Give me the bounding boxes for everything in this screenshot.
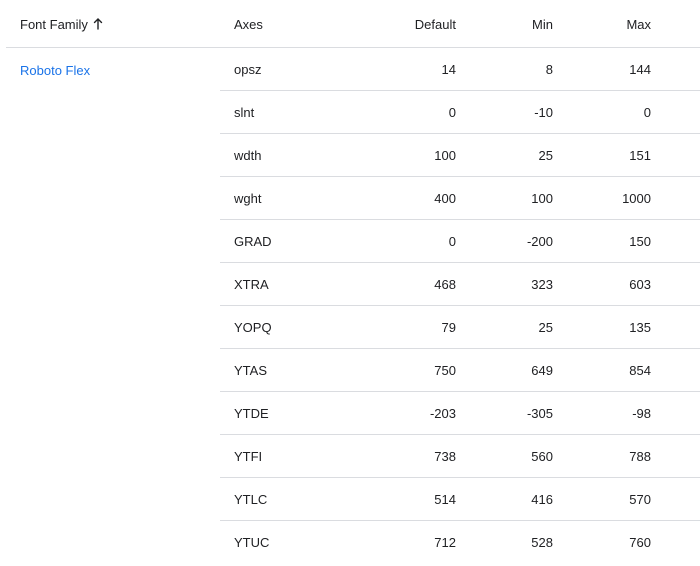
max-cell: 760 xyxy=(629,535,651,550)
default-cell: 14 xyxy=(441,62,456,77)
axis-cell: YTUC xyxy=(234,535,270,550)
table-row: YTLC 514 416 570 xyxy=(220,478,700,521)
font-family-column-header[interactable]: Font Family xyxy=(20,0,103,48)
max-column-header: Max xyxy=(626,17,651,32)
axis-cell: slnt xyxy=(234,105,255,120)
min-cell: -305 xyxy=(526,406,553,421)
min-cell: 25 xyxy=(538,148,553,163)
axis-cell: YTFI xyxy=(234,449,263,464)
default-cell: 468 xyxy=(434,277,456,292)
max-cell: 135 xyxy=(629,320,651,335)
min-cell: 8 xyxy=(545,62,553,77)
font-family-header-label: Font Family xyxy=(20,17,88,32)
default-cell: 738 xyxy=(434,449,456,464)
table-row: wght 400 100 1000 xyxy=(220,177,700,220)
axis-cell: YTLC xyxy=(234,492,268,507)
table-row: YTFI 738 560 788 xyxy=(220,435,700,478)
max-cell: 151 xyxy=(629,148,651,163)
axis-cell: opsz xyxy=(234,62,262,77)
default-column-header: Default xyxy=(414,17,456,32)
min-cell: 323 xyxy=(531,277,553,292)
max-cell: 788 xyxy=(629,449,651,464)
table-row: YOPQ 79 25 135 xyxy=(220,306,700,349)
default-cell: -203 xyxy=(429,406,456,421)
table-header: Font Family Axes Default Min Max xyxy=(6,0,700,48)
min-cell: 528 xyxy=(531,535,553,550)
max-cell: 603 xyxy=(629,277,651,292)
table-row: wdth 100 25 151 xyxy=(220,134,700,177)
axis-cell: YOPQ xyxy=(234,320,272,335)
axis-cell: wdth xyxy=(234,148,262,163)
max-cell: 1000 xyxy=(622,191,651,206)
max-cell: 570 xyxy=(629,492,651,507)
min-cell: 25 xyxy=(538,320,553,335)
default-cell: 0 xyxy=(448,234,456,249)
axes-rows: opsz 14 8 144 slnt 0 -10 0 wdth 100 25 151 wght 400 10… xyxy=(220,48,700,563)
min-column-header: Min xyxy=(532,17,553,32)
axis-cell: XTRA xyxy=(234,277,269,292)
min-cell: 649 xyxy=(531,363,553,378)
axis-cell: YTDE xyxy=(234,406,269,421)
table-row: YTDE -203 -305 -98 xyxy=(220,392,700,435)
table-row: XTRA 468 323 603 xyxy=(220,263,700,306)
default-cell: 400 xyxy=(434,191,456,206)
max-cell: 854 xyxy=(629,363,651,378)
default-cell: 514 xyxy=(434,492,456,507)
default-cell: 750 xyxy=(434,363,456,378)
min-cell: 100 xyxy=(531,191,553,206)
max-cell: 144 xyxy=(629,62,651,77)
table-row: slnt 0 -10 0 xyxy=(220,91,700,134)
font-axes-table: Font Family Axes Default Min Max Roboto … xyxy=(0,0,700,566)
table-row: YTAS 750 649 854 xyxy=(220,349,700,392)
table-row: YTUC 712 528 760 xyxy=(220,521,700,563)
min-cell: 560 xyxy=(531,449,553,464)
font-family-link[interactable]: Roboto Flex xyxy=(20,48,90,91)
axes-column-header: Axes xyxy=(234,17,263,32)
axis-cell: wght xyxy=(234,191,262,206)
min-cell: -200 xyxy=(526,234,553,249)
default-cell: 79 xyxy=(441,320,456,335)
axis-cell: GRAD xyxy=(234,234,272,249)
table-row: GRAD 0 -200 150 xyxy=(220,220,700,263)
default-cell: 0 xyxy=(448,105,456,120)
default-cell: 100 xyxy=(434,148,456,163)
max-cell: -98 xyxy=(632,406,651,421)
arrow-up-icon[interactable] xyxy=(93,1,103,30)
min-cell: 416 xyxy=(531,492,553,507)
axis-cell: YTAS xyxy=(234,363,267,378)
max-cell: 0 xyxy=(643,105,651,120)
min-cell: -10 xyxy=(534,105,553,120)
default-cell: 712 xyxy=(434,535,456,550)
max-cell: 150 xyxy=(629,234,651,249)
table-row: opsz 14 8 144 xyxy=(220,48,700,91)
